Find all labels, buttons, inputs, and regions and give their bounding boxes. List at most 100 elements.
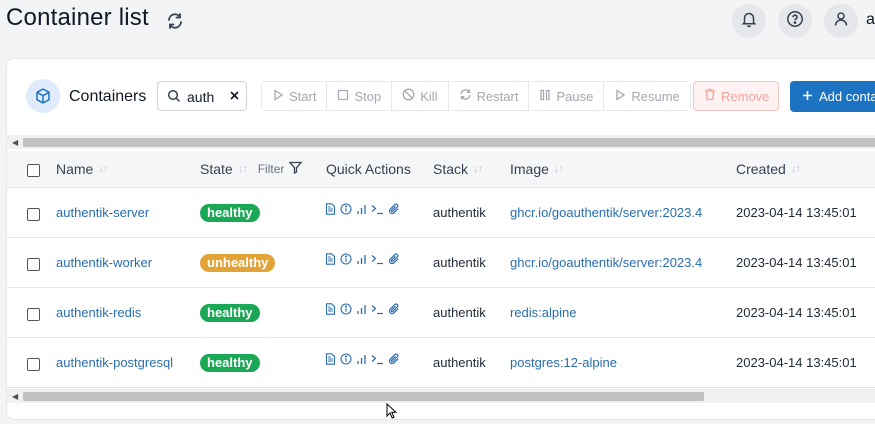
- table-row[interactable]: authentik-redis healthy authentik redis:…: [7, 288, 875, 338]
- row-checkbox[interactable]: [27, 308, 40, 321]
- container-name-link[interactable]: authentik-redis: [56, 305, 141, 320]
- quick-actions: [325, 353, 400, 365]
- horizontal-scrollbar-top[interactable]: ◀: [7, 135, 875, 149]
- column-image[interactable]: Image ↓↑: [510, 161, 564, 177]
- card-title: Containers: [69, 88, 147, 105]
- stack-name: authentik: [433, 205, 486, 220]
- status-badge: unhealthy: [200, 254, 276, 272]
- logs-icon[interactable]: [325, 203, 336, 215]
- restart-icon: [459, 88, 472, 104]
- notifications-button[interactable]: [732, 4, 766, 38]
- container-actions: Start Stop Kill Restart Pause Resume: [261, 81, 691, 111]
- plus-icon: [802, 89, 813, 104]
- table-row[interactable]: authentik-worker unhealthy authentik ghc…: [7, 238, 875, 288]
- horizontal-scrollbar[interactable]: ◀: [7, 389, 875, 403]
- stop-label: Stop: [354, 88, 382, 104]
- status-badge: healthy: [200, 204, 260, 222]
- toolbar: Containers auth Start Stop Kill Restart …: [7, 59, 875, 135]
- column-created-label: Created: [736, 161, 786, 177]
- user-icon: [832, 10, 850, 33]
- column-name-label: Name: [56, 161, 94, 177]
- kill-button[interactable]: Kill: [392, 82, 449, 110]
- restart-button[interactable]: Restart: [448, 82, 530, 110]
- column-stack[interactable]: Stack ↓↑: [433, 161, 483, 177]
- pause-label: Pause: [556, 88, 594, 104]
- help-icon: [786, 10, 804, 33]
- clear-icon[interactable]: [228, 89, 241, 107]
- console-icon[interactable]: [371, 254, 384, 265]
- table-header: Name ↓↑ State ↓↑ Filter Quick Actions Stack…: [7, 151, 875, 188]
- attach-icon[interactable]: [388, 253, 400, 265]
- refresh-icon[interactable]: [165, 11, 185, 31]
- container-name-link[interactable]: authentik-worker: [56, 255, 152, 270]
- user-name[interactable]: a: [866, 11, 875, 29]
- created-date: 2023-04-14 13:45:01: [736, 255, 857, 270]
- column-name[interactable]: Name ↓↑: [56, 161, 108, 177]
- status-badge: healthy: [200, 354, 260, 372]
- table-row[interactable]: authentik-server healthy authentik ghcr.…: [7, 188, 875, 238]
- inspect-icon[interactable]: [340, 203, 352, 215]
- scrollbar-thumb[interactable]: [23, 392, 704, 401]
- image-link[interactable]: ghcr.io/goauthentik/server:2023.4: [510, 255, 702, 270]
- column-stack-label: Stack: [433, 161, 469, 177]
- created-date: 2023-04-14 13:45:01: [736, 355, 857, 370]
- logs-icon[interactable]: [325, 303, 336, 315]
- container-name-link[interactable]: authentik-server: [56, 205, 149, 220]
- console-icon[interactable]: [371, 304, 384, 315]
- search-icon: [167, 89, 181, 108]
- logs-icon[interactable]: [325, 253, 336, 265]
- row-checkbox[interactable]: [27, 258, 40, 271]
- attach-icon[interactable]: [388, 353, 400, 365]
- add-container-button[interactable]: Add conta: [790, 81, 875, 112]
- logs-icon[interactable]: [325, 353, 336, 365]
- remove-button[interactable]: Remove: [693, 81, 779, 111]
- help-button[interactable]: [778, 4, 812, 38]
- filter-icon[interactable]: [288, 161, 303, 177]
- user-menu-button[interactable]: [824, 4, 858, 38]
- stats-icon[interactable]: [356, 254, 367, 265]
- table-row[interactable]: authentik-postgresql healthy authentik p…: [7, 338, 875, 388]
- add-container-label: Add conta: [819, 89, 875, 104]
- inspect-icon[interactable]: [340, 253, 352, 265]
- restart-label: Restart: [476, 88, 519, 104]
- state-filter-label[interactable]: Filter: [258, 162, 285, 176]
- stop-button[interactable]: Stop: [327, 82, 393, 110]
- kill-label: Kill: [420, 88, 438, 104]
- box-icon: [26, 79, 60, 113]
- attach-icon[interactable]: [388, 203, 400, 215]
- quick-actions: [325, 203, 400, 215]
- attach-icon[interactable]: [388, 303, 400, 315]
- inspect-icon[interactable]: [340, 353, 352, 365]
- sort-icon: ↓↑: [98, 163, 108, 175]
- scroll-left-icon[interactable]: ◀: [12, 392, 18, 401]
- search-value[interactable]: auth: [187, 89, 214, 105]
- stats-icon[interactable]: [356, 304, 367, 315]
- column-created[interactable]: Created ↓↑: [736, 161, 801, 177]
- image-link[interactable]: redis:alpine: [510, 305, 577, 320]
- inspect-icon[interactable]: [340, 303, 352, 315]
- quick-actions: [325, 253, 400, 265]
- stats-icon[interactable]: [356, 354, 367, 365]
- row-checkbox[interactable]: [27, 358, 40, 371]
- search-input[interactable]: auth: [157, 81, 247, 111]
- console-icon[interactable]: [371, 204, 384, 215]
- image-link[interactable]: ghcr.io/goauthentik/server:2023.4: [510, 205, 702, 220]
- scrollbar-thumb[interactable]: [23, 138, 875, 147]
- row-checkbox[interactable]: [27, 208, 40, 221]
- stats-icon[interactable]: [356, 204, 367, 215]
- trash-icon: [704, 88, 716, 104]
- console-icon[interactable]: [371, 354, 384, 365]
- containers-card: Containers auth Start Stop Kill Restart …: [6, 58, 875, 420]
- sort-icon: ↓↑: [553, 163, 564, 175]
- pause-button[interactable]: Pause: [529, 82, 605, 110]
- scroll-left-icon[interactable]: ◀: [12, 138, 18, 147]
- image-link[interactable]: postgres:12-alpine: [510, 355, 617, 370]
- start-button[interactable]: Start: [262, 82, 328, 110]
- select-all-checkbox[interactable]: [27, 164, 40, 177]
- stop-icon: [337, 89, 349, 104]
- remove-label: Remove: [721, 88, 770, 104]
- container-name-link[interactable]: authentik-postgresql: [56, 355, 173, 370]
- resume-button[interactable]: Resume: [604, 82, 690, 110]
- column-state[interactable]: State ↓↑ Filter: [200, 161, 303, 177]
- resume-label: Resume: [631, 88, 680, 104]
